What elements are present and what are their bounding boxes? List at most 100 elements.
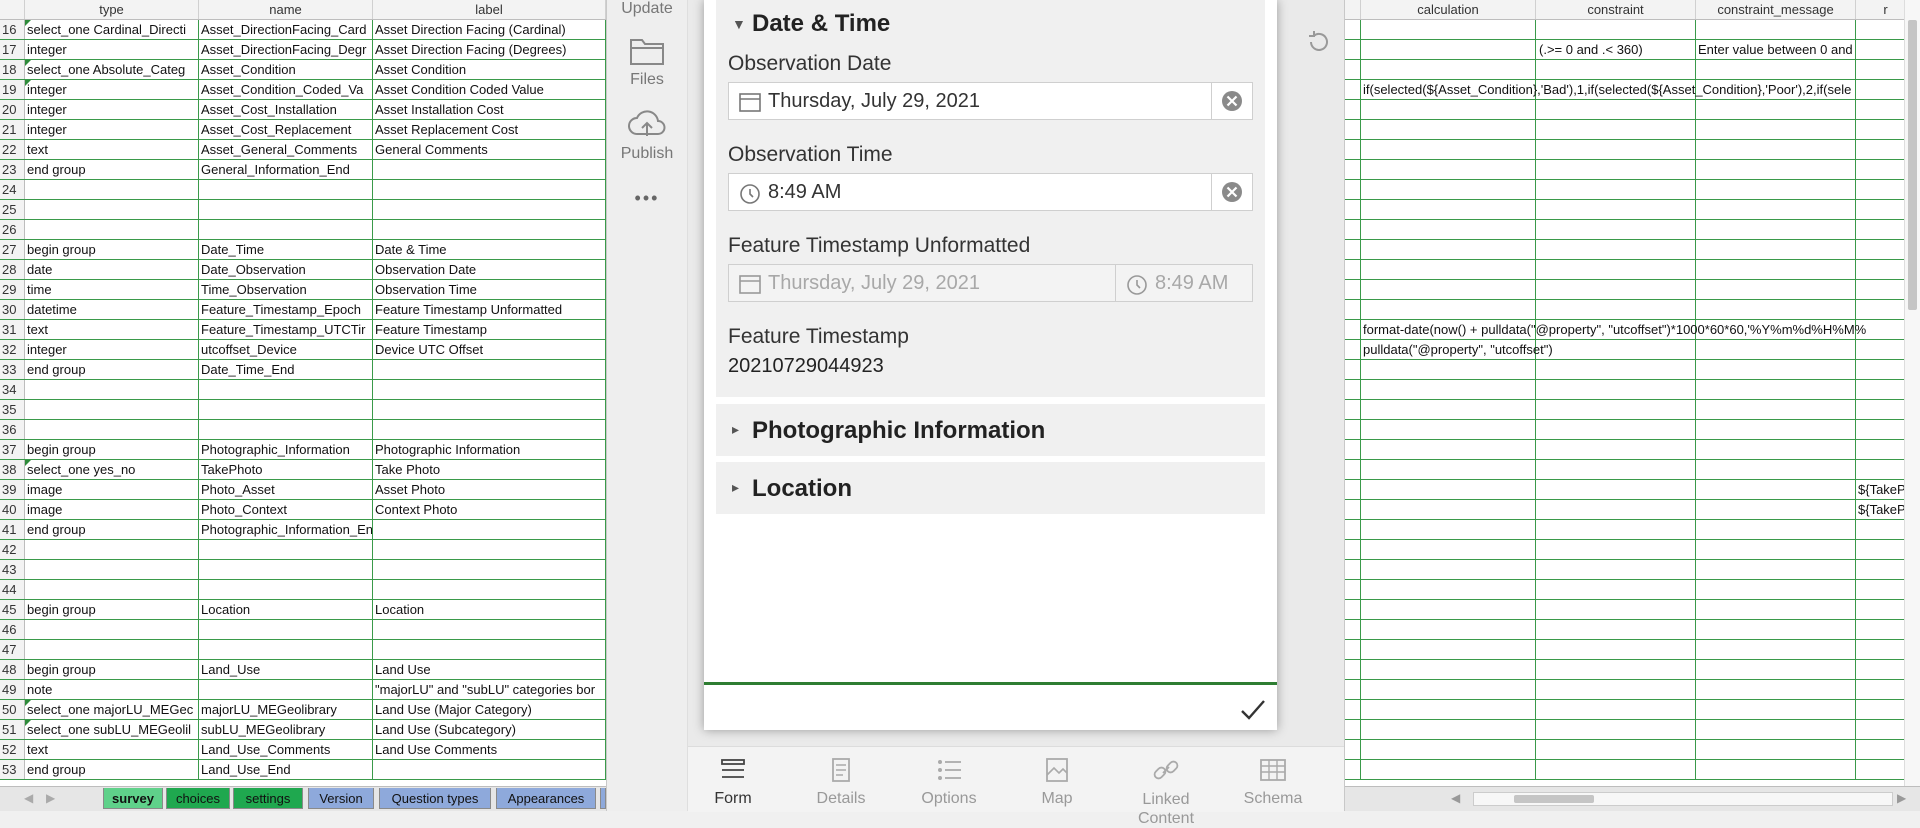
cell-constraint[interactable] <box>1536 400 1696 419</box>
cell-constraint[interactable] <box>1536 640 1696 659</box>
cell-name[interactable] <box>199 420 373 439</box>
cell-blank[interactable] <box>1345 620 1361 639</box>
cell-constraint-message[interactable] <box>1696 540 1856 559</box>
cell-constraint-message[interactable] <box>1696 20 1856 39</box>
row-number[interactable]: 51 <box>0 720 25 739</box>
cell-calculation[interactable] <box>1361 120 1536 139</box>
row-number[interactable]: 52 <box>0 740 25 759</box>
scroll-right-icon[interactable]: ▶ <box>1897 791 1906 805</box>
row-number[interactable]: 27 <box>0 240 25 259</box>
cell-type[interactable]: text <box>25 140 199 159</box>
cell-label[interactable]: "majorLU" and "subLU" categories bor <box>373 680 606 699</box>
cell-calculation[interactable]: pulldata("@property", "utcoffset") <box>1361 340 1553 359</box>
cell-label[interactable]: Context Photo <box>373 500 606 519</box>
cell-name[interactable]: Asset_General_Comments <box>199 140 373 159</box>
cell-type[interactable]: begin group <box>25 240 199 259</box>
cell-name[interactable]: Feature_Timestamp_UTCTir <box>199 320 373 339</box>
cell-calculation[interactable] <box>1361 460 1536 479</box>
cell-calculation[interactable] <box>1361 580 1536 599</box>
cell-blank[interactable] <box>1345 580 1361 599</box>
cell-name[interactable]: Photo_Asset <box>199 480 373 499</box>
cell-constraint[interactable] <box>1536 540 1696 559</box>
row-number[interactable]: 34 <box>0 380 25 399</box>
cell-name[interactable]: Photo_Context <box>199 500 373 519</box>
cell-constraint-message[interactable] <box>1696 300 1856 319</box>
cell-name[interactable]: Asset_Condition <box>199 60 373 79</box>
tab-survey[interactable]: survey <box>103 788 163 809</box>
cell-type[interactable]: text <box>25 740 199 759</box>
cell-name[interactable]: Location <box>199 600 373 619</box>
cell-constraint[interactable] <box>1536 500 1696 519</box>
cell-type[interactable]: integer <box>25 120 199 139</box>
cell-type[interactable]: integer <box>25 100 199 119</box>
cell-type[interactable] <box>25 420 199 439</box>
row-number[interactable]: 25 <box>0 200 25 219</box>
row-number[interactable]: 21 <box>0 120 25 139</box>
cell-type[interactable]: end group <box>25 160 199 179</box>
corner-cell[interactable] <box>0 0 25 19</box>
cell-calculation[interactable] <box>1361 220 1536 239</box>
cell-calculation[interactable] <box>1361 640 1536 659</box>
row-number[interactable]: 23 <box>0 160 25 179</box>
cell-calculation[interactable] <box>1361 600 1536 619</box>
cell-blank[interactable] <box>1345 240 1361 259</box>
nav-options[interactable]: Options <box>904 757 994 808</box>
refresh-icon[interactable] <box>1305 28 1333 56</box>
cell-calculation[interactable] <box>1361 180 1536 199</box>
clear-time-button[interactable] <box>1211 174 1252 210</box>
cell-label[interactable]: Asset Photo <box>373 480 606 499</box>
cell-name[interactable] <box>199 680 373 699</box>
cell-constraint[interactable] <box>1536 240 1696 259</box>
vertical-scrollbar[interactable] <box>1904 0 1920 786</box>
cell-name[interactable]: Land_Use_Comments <box>199 740 373 759</box>
cell-constraint[interactable] <box>1536 380 1696 399</box>
cell-calculation[interactable] <box>1361 300 1536 319</box>
row-number[interactable]: 29 <box>0 280 25 299</box>
cell-calculation[interactable] <box>1361 440 1536 459</box>
cell-constraint[interactable] <box>1536 680 1696 699</box>
row-number[interactable]: 18 <box>0 60 25 79</box>
cell-name[interactable]: Asset_Cost_Replacement <box>199 120 373 139</box>
cell-label[interactable] <box>373 760 606 779</box>
cell-label[interactable]: Asset Replacement Cost <box>373 120 606 139</box>
tab-scroll-right-icon[interactable]: ▶ <box>46 791 55 805</box>
cell-blank[interactable] <box>1345 300 1361 319</box>
cell-type[interactable]: note <box>25 680 199 699</box>
row-number[interactable]: 24 <box>0 180 25 199</box>
cell-constraint-message[interactable] <box>1696 600 1856 619</box>
cell-blank[interactable] <box>1345 380 1361 399</box>
cell-calculation[interactable] <box>1361 240 1536 259</box>
cell-label[interactable]: Date & Time <box>373 240 606 259</box>
cell-calculation[interactable] <box>1361 700 1536 719</box>
cell-blank[interactable] <box>1345 700 1361 719</box>
cell-blank[interactable] <box>1345 140 1361 159</box>
cell-constraint[interactable] <box>1536 700 1696 719</box>
cell-type[interactable]: integer <box>25 80 199 99</box>
cell-blank[interactable] <box>1345 260 1361 279</box>
cell-constraint[interactable] <box>1536 360 1696 379</box>
cell-constraint[interactable] <box>1536 340 1696 359</box>
cell-calculation[interactable] <box>1361 100 1536 119</box>
column-header-calculation[interactable]: calculation <box>1361 0 1536 19</box>
cell-calculation[interactable] <box>1361 500 1536 519</box>
cell-name[interactable]: Date_Observation <box>199 260 373 279</box>
cell-type[interactable] <box>25 200 199 219</box>
row-number[interactable]: 39 <box>0 480 25 499</box>
cell-constraint-message[interactable] <box>1696 680 1856 699</box>
cell-constraint-message[interactable] <box>1696 260 1856 279</box>
cell-label[interactable]: Land Use (Major Category) <box>373 700 606 719</box>
cell-name[interactable]: Asset_Condition_Coded_Va <box>199 80 373 99</box>
row-number[interactable]: 28 <box>0 260 25 279</box>
nav-map[interactable]: Map <box>1012 757 1102 808</box>
cell-constraint[interactable] <box>1536 60 1696 79</box>
cell-type[interactable] <box>25 540 199 559</box>
cell-calculation[interactable] <box>1361 20 1536 39</box>
cell-calculation[interactable] <box>1361 360 1536 379</box>
cell-type[interactable]: integer <box>25 40 199 59</box>
cell-constraint[interactable] <box>1536 460 1696 479</box>
cell-name[interactable]: Asset_DirectionFacing_Card <box>199 20 373 39</box>
row-number[interactable]: 47 <box>0 640 25 659</box>
cell-calculation[interactable] <box>1361 60 1536 79</box>
cell-label[interactable] <box>373 520 606 539</box>
cell-type[interactable] <box>25 180 199 199</box>
